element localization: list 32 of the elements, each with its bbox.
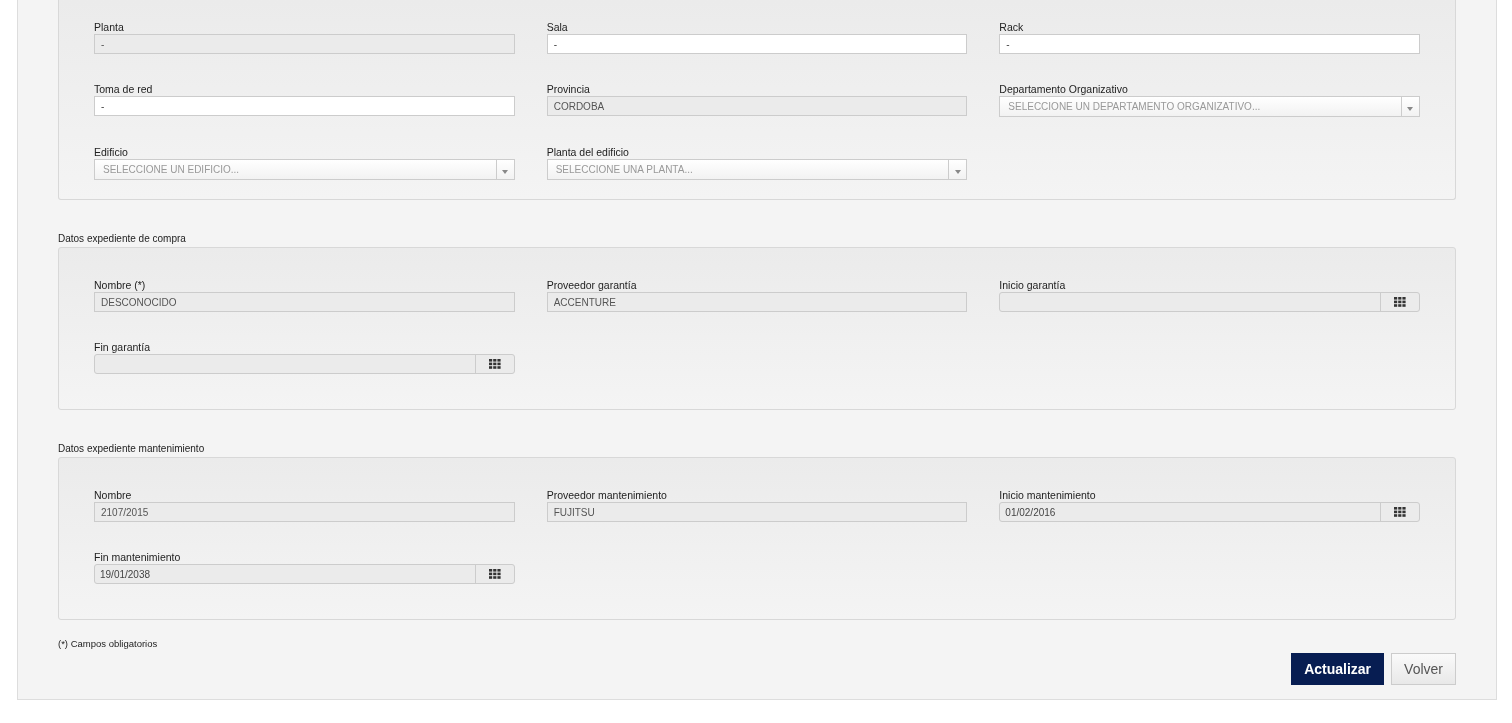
field-label: Nombre [94, 488, 133, 502]
field-label: Fin garantía [94, 340, 152, 354]
date-value: 19/01/2038 [100, 568, 151, 580]
field-label: Inicio garantía [999, 278, 1067, 292]
field-label: Nombre (*) [94, 278, 147, 292]
update-button[interactable]: Actualizar [1291, 653, 1385, 685]
dropdown-caret-icon [954, 169, 961, 174]
section-title: Datos expediente mantenimiento [58, 443, 206, 454]
field-label: Proveedor garantía [546, 278, 638, 292]
date-value: 01/02/2016 [1005, 506, 1056, 518]
dropdown-caret-icon [502, 169, 509, 174]
field-label: Sala [546, 20, 569, 34]
text-field[interactable]: - [546, 34, 968, 54]
field-label: Rack [999, 20, 1025, 34]
field-label: Fin mantenimiento [94, 550, 182, 564]
field-label: Toma de red [94, 82, 154, 96]
back-button[interactable]: Volver [1391, 653, 1456, 685]
select-placeholder: SELECCIONE UN DEPARTAMENTO ORGANIZATIVO... [1007, 101, 1262, 112]
field-label: Proveedor mantenimiento [546, 488, 668, 502]
text-field[interactable]: - [999, 34, 1420, 54]
section-title: Datos expediente de compra [58, 233, 187, 244]
required-fields-note: (*) Campos obligatorios [58, 638, 159, 649]
field-label: Provincia [546, 82, 591, 96]
field-label: Inicio mantenimiento [999, 488, 1097, 502]
field-label: Departamento Organizativo [999, 82, 1129, 96]
field-label: Edificio [94, 145, 129, 159]
select-placeholder: SELECCIONE UNA PLANTA... [554, 164, 694, 175]
dropdown-caret-icon [1407, 106, 1414, 111]
field-label: Planta [94, 20, 125, 34]
text-field[interactable]: - [94, 96, 515, 116]
field-label: Planta del edificio [546, 145, 630, 159]
select-placeholder: SELECCIONE UN EDIFICIO... [102, 164, 241, 175]
